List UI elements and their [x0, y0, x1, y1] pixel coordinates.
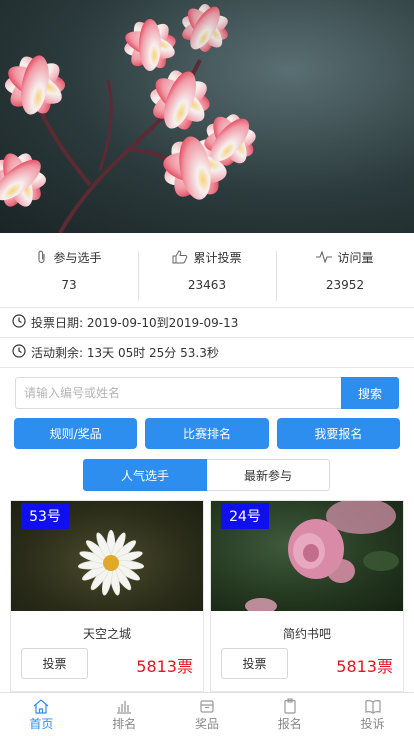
stat-visits-value: 23952 [325, 277, 365, 292]
remaining-time-row: 活动剩余: 13天 05时 25分 53.3秒 [0, 338, 414, 368]
vote-date-row: 投票日期: 2019-09-10到2019-09-13 [0, 308, 414, 338]
nav-prizes-label: 奖品 [194, 716, 219, 731]
nav-complaint[interactable]: 投诉 [331, 693, 414, 736]
stat-total-votes: 累计投票 23463 [138, 233, 276, 307]
stat-participants-value: 73 [61, 277, 77, 292]
stat-total-votes-head: 累计投票 [172, 249, 242, 266]
remaining-time-text: 活动剩余: 13天 05时 25分 53.3秒 [31, 346, 219, 360]
frangipani-illustration [0, 4, 256, 233]
contestant-number-badge: 53号 [21, 503, 69, 529]
vote-button[interactable]: 投票 [221, 648, 288, 679]
nav-home[interactable]: 首页 [0, 693, 83, 736]
action-buttons: 规则/奖品 比赛排名 我要报名 [14, 418, 400, 449]
vote-date-text: 投票日期: 2019-09-10到2019-09-13 [31, 316, 239, 330]
pulse-icon [316, 251, 333, 263]
stat-visits-head: 访问量 [316, 249, 374, 266]
nav-complaint-label: 投诉 [360, 716, 385, 731]
hero-banner-image [0, 0, 414, 233]
stat-total-votes-value: 23463 [187, 277, 227, 292]
thumbs-up-icon [172, 250, 188, 264]
clipboard-icon [281, 697, 299, 714]
nav-home-label: 首页 [29, 716, 54, 731]
nav-signup[interactable]: 报名 [248, 693, 331, 736]
search-bar: 搜索 [15, 377, 399, 409]
stat-total-votes-label: 累计投票 [193, 250, 242, 265]
stats-bar: 参与选手 73 累计投票 23463 访问量 23952 [0, 233, 414, 308]
nav-ranking-label: 排名 [112, 716, 137, 731]
contestant-photo[interactable]: 24号 [211, 501, 403, 611]
bottom-nav: 首页 排名 奖品 报名 投诉 [0, 692, 414, 736]
paperclip-icon [36, 250, 48, 264]
signup-button[interactable]: 我要报名 [276, 418, 400, 449]
nav-ranking[interactable]: 排名 [83, 693, 166, 736]
bar-chart-icon [115, 698, 133, 714]
clock-icon [12, 314, 26, 331]
book-icon [364, 698, 382, 714]
ranking-button[interactable]: 比赛排名 [145, 418, 269, 449]
stat-participants-label: 参与选手 [53, 250, 102, 265]
nav-prizes[interactable]: 奖品 [166, 693, 249, 736]
contestant-name: 天空之城 [82, 627, 131, 641]
search-button[interactable]: 搜索 [341, 377, 399, 409]
contestant-photo[interactable]: 53号 [11, 501, 203, 611]
contestant-tabs: 人气选手 最新参与 [83, 459, 330, 491]
vote-button[interactable]: 投票 [21, 648, 88, 679]
home-icon [32, 698, 50, 714]
stat-visits: 访问量 23952 [276, 233, 414, 307]
prize-box-icon [198, 698, 216, 714]
stat-participants: 参与选手 73 [0, 233, 138, 307]
search-input[interactable] [15, 377, 341, 409]
contestant-number-badge: 24号 [221, 503, 269, 529]
clock-icon [12, 344, 26, 361]
stat-visits-label: 访问量 [337, 250, 374, 265]
tab-latest[interactable]: 最新参与 [207, 459, 330, 491]
stat-participants-head: 参与选手 [36, 249, 102, 266]
rules-prizes-button[interactable]: 规则/奖品 [14, 418, 138, 449]
nav-signup-label: 报名 [277, 716, 302, 731]
tab-popular[interactable]: 人气选手 [83, 459, 207, 491]
vote-count: 5813票 [136, 657, 193, 676]
contestant-card[interactable]: 53号 天空之城 投票 5813票 [10, 500, 204, 692]
contestant-card[interactable]: 24号 简约书吧 投票 5813票 [210, 500, 404, 692]
vote-count: 5813票 [336, 657, 393, 676]
contestant-name: 简约书吧 [282, 627, 331, 641]
